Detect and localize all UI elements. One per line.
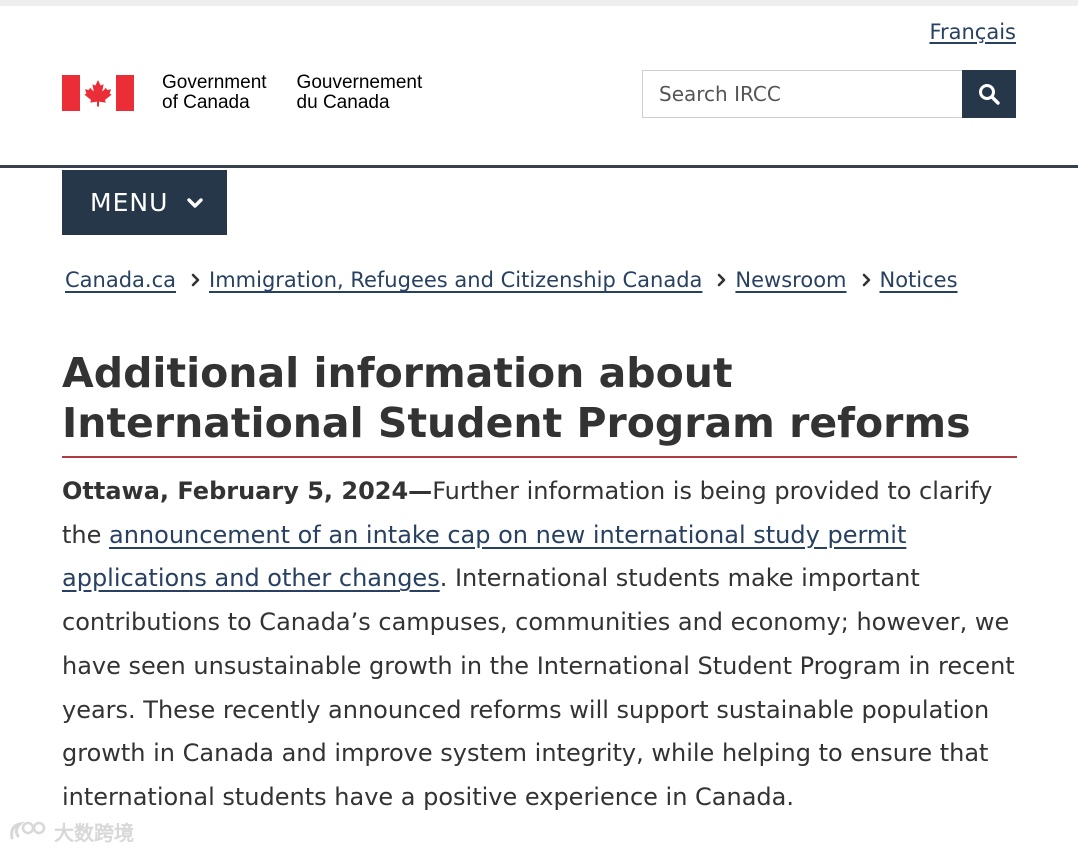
chevron-right-icon: [717, 273, 727, 287]
canada-flag-icon: [62, 75, 134, 111]
government-signature[interactable]: Government of Canada Gouvernement du Can…: [62, 73, 422, 113]
page-title: Additional information about Internation…: [62, 349, 971, 447]
breadcrumb-notices[interactable]: Notices: [880, 268, 958, 292]
breadcrumb-ircc[interactable]: Immigration, Refugees and Citizenship Ca…: [209, 268, 702, 292]
breadcrumb-canada-ca[interactable]: Canada.ca: [65, 268, 176, 292]
dateline: Ottawa, February 5, 2024—: [62, 477, 433, 505]
menu-label: MENU: [90, 188, 169, 217]
search-icon: [979, 84, 1000, 105]
search-button[interactable]: [962, 70, 1016, 118]
signature-en-line2: of Canada: [162, 92, 250, 113]
watermark: 大数跨境: [8, 816, 134, 846]
signature-en-line1: Government: [162, 72, 267, 93]
chevron-right-icon: [862, 273, 872, 287]
header-divider: [0, 165, 1078, 168]
article-paragraph: Ottawa, February 5, 2024—Further informa…: [62, 470, 1022, 820]
title-underline: [62, 456, 1017, 458]
signature-fr-line1: Gouvernement: [296, 72, 423, 93]
language-toggle-link[interactable]: Français: [929, 20, 1016, 44]
chevron-down-icon: [186, 196, 204, 210]
signature-french: Gouvernement du Canada: [297, 73, 423, 113]
watermark-logo-icon: [10, 821, 46, 840]
signature-fr-line2: du Canada: [296, 92, 390, 113]
breadcrumb-newsroom[interactable]: Newsroom: [735, 268, 846, 292]
menu-button[interactable]: MENU: [62, 170, 227, 235]
chevron-right-icon: [191, 273, 201, 287]
top-strip: [0, 0, 1078, 6]
search-form: [642, 70, 1016, 118]
breadcrumb: Canada.ca Immigration, Refugees and Citi…: [65, 268, 958, 292]
paragraph-text-end: . International students make important …: [62, 564, 1015, 811]
search-input[interactable]: [642, 70, 962, 118]
watermark-text: 大数跨境: [54, 820, 134, 845]
signature-english: Government of Canada: [162, 73, 267, 113]
